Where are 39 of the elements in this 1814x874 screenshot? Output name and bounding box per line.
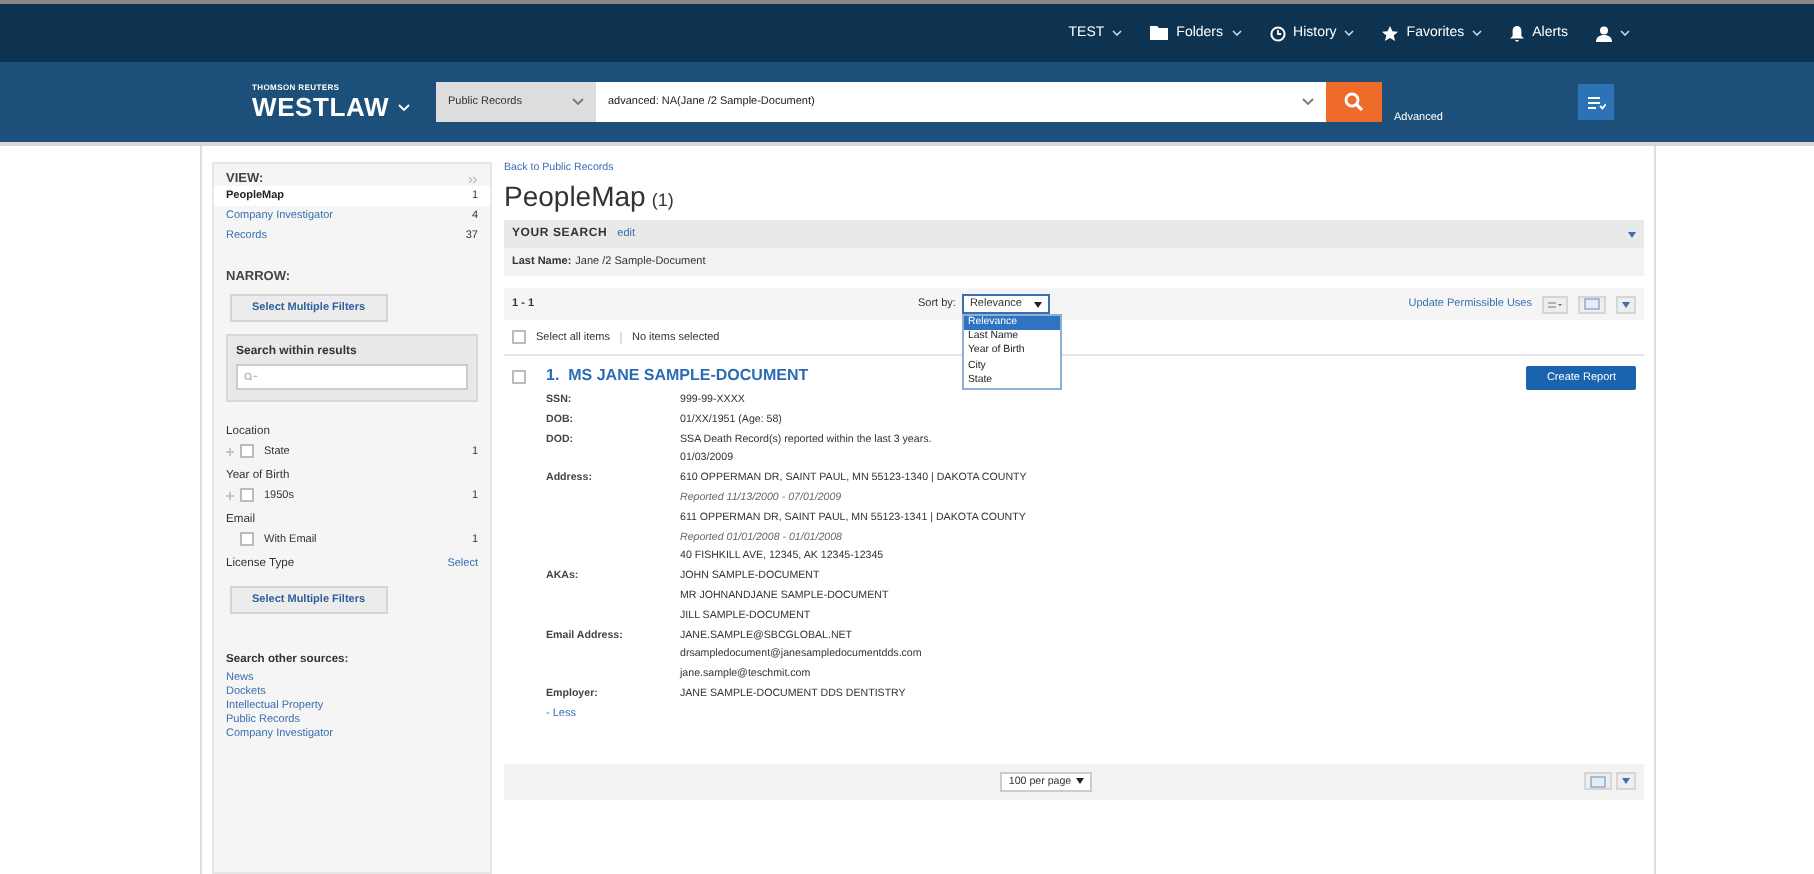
caret-icon xyxy=(1622,778,1631,785)
expand-icon[interactable] xyxy=(226,447,234,455)
clock-icon xyxy=(1269,25,1286,41)
more-button[interactable] xyxy=(1616,295,1636,313)
caret-icon xyxy=(1075,778,1084,785)
caret-icon xyxy=(1622,301,1630,307)
lines-icon xyxy=(1548,301,1562,307)
nav-item[interactable] xyxy=(1596,25,1630,41)
folder-icon xyxy=(1150,26,1169,40)
list-icon xyxy=(1587,95,1605,109)
product-logo[interactable]: WESTLAW xyxy=(252,92,390,122)
display-button[interactable] xyxy=(1542,295,1568,313)
more-button[interactable] xyxy=(1616,772,1637,791)
document-icon xyxy=(1584,298,1600,310)
document-icon xyxy=(1590,775,1607,788)
caret-icon xyxy=(1302,98,1314,106)
search-within-field[interactable] xyxy=(236,364,468,390)
filter-checkbox[interactable] xyxy=(240,532,254,546)
result-title[interactable]: 1. MS JANE SAMPLE-DOCUMENT xyxy=(546,366,809,384)
caret-icon[interactable] xyxy=(1628,231,1636,237)
result-checkbox[interactable] xyxy=(512,370,526,384)
bell-icon xyxy=(1510,25,1525,41)
star-icon xyxy=(1382,25,1399,41)
list-button[interactable] xyxy=(1578,84,1614,120)
filter-checkbox[interactable] xyxy=(240,488,254,502)
result-count: (1) xyxy=(651,190,674,210)
user-icon xyxy=(1596,25,1612,41)
search-button[interactable] xyxy=(1326,82,1382,122)
expand-icon[interactable] xyxy=(226,491,234,499)
search-icon xyxy=(1344,92,1364,112)
print-button[interactable] xyxy=(1578,295,1606,313)
caret-icon xyxy=(1033,301,1042,307)
caret-icon[interactable] xyxy=(397,103,410,111)
filter-checkbox[interactable] xyxy=(240,444,254,458)
select-all-checkbox[interactable] xyxy=(512,330,526,344)
page-title: PeopleMap xyxy=(504,180,646,212)
collapse-icon[interactable] xyxy=(468,175,478,183)
caret-icon xyxy=(572,98,584,106)
search-icon xyxy=(244,372,258,382)
